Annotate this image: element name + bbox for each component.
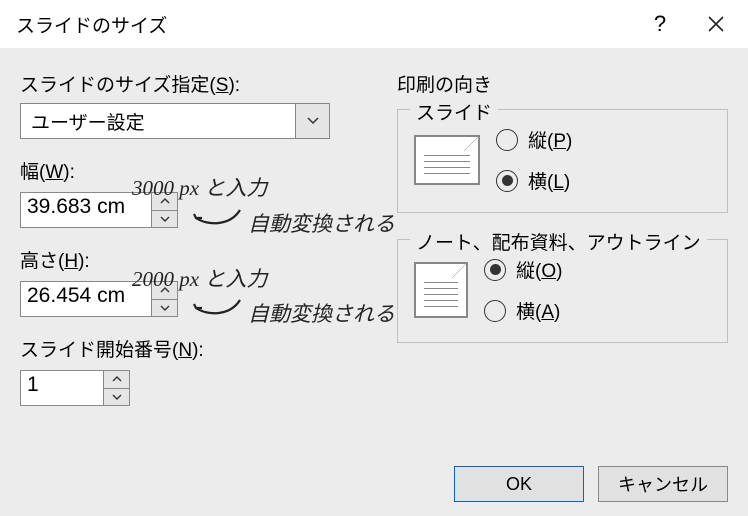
footer: OK キャンセル [20, 456, 728, 502]
ok-button[interactable]: OK [454, 466, 584, 502]
orientation-header: 印刷の向き [397, 70, 728, 97]
caret-down-icon [160, 304, 170, 311]
caret-down-icon [112, 393, 122, 400]
radio-icon [496, 129, 518, 151]
document-portrait-icon [414, 262, 468, 318]
caret-up-icon [112, 376, 122, 383]
help-button[interactable]: ? [632, 2, 688, 46]
size-spec-label: スライドのサイズ指定(S): [20, 70, 375, 97]
annotation-width-auto: 自動変換される [248, 208, 395, 238]
width-spin-down[interactable] [152, 210, 177, 228]
startnum-spin-down[interactable] [104, 388, 129, 406]
radio-icon [484, 300, 506, 322]
startnum-value[interactable]: 1 [21, 371, 103, 405]
radio-slides-landscape[interactable]: 横(L) [496, 167, 572, 194]
titlebar: スライドのサイズ ? [0, 0, 748, 48]
arrow-annotation-icon [190, 294, 250, 320]
startnum-label: スライド開始番号(N): [20, 335, 375, 362]
close-icon [707, 15, 725, 33]
radio-icon [484, 259, 506, 281]
radio-icon [496, 170, 518, 192]
startnum-spinbox[interactable]: 1 [20, 370, 130, 406]
radio-notes-portrait[interactable]: 縦(O) [484, 256, 562, 283]
document-landscape-icon [414, 135, 480, 185]
left-panel: スライドのサイズ指定(S): ユーザー設定 幅(W): 39.683 cm [20, 70, 375, 456]
radio-notes-landscape[interactable]: 横(A) [484, 297, 562, 324]
arrow-annotation-icon [190, 204, 250, 230]
annotation-width-input: 3000 px と入力 [132, 172, 267, 202]
group-slides-title: スライド [410, 98, 498, 125]
size-spec-value: ユーザー設定 [21, 104, 295, 138]
chevron-down-icon [307, 117, 319, 125]
close-button[interactable] [688, 2, 744, 46]
height-spin-down[interactable] [152, 299, 177, 317]
combo-dropdown-button[interactable] [295, 104, 329, 138]
annotation-height-input: 2000 px と入力 [132, 263, 267, 293]
radio-slides-portrait[interactable]: 縦(P) [496, 126, 572, 153]
cancel-button[interactable]: キャンセル [598, 466, 728, 502]
right-panel: 印刷の向き スライド 縦(P) 横(L) [397, 70, 728, 456]
group-notes: ノート、配布資料、アウトライン 縦(O) 横(A) [397, 239, 728, 343]
window-title: スライドのサイズ [16, 11, 632, 38]
startnum-spin-up[interactable] [104, 371, 129, 388]
annotation-height-auto: 自動変換される [248, 298, 395, 328]
caret-down-icon [160, 215, 170, 222]
group-slides: スライド 縦(P) 横(L) [397, 109, 728, 213]
size-spec-combo[interactable]: ユーザー設定 [20, 103, 330, 139]
group-notes-title: ノート、配布資料、アウトライン [410, 228, 707, 255]
